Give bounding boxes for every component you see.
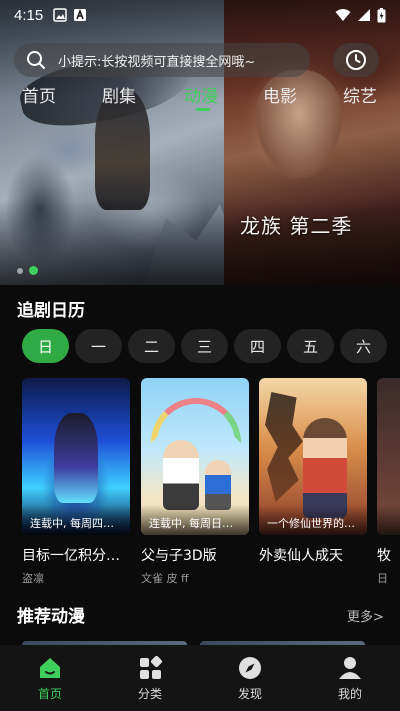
clock-icon	[346, 50, 366, 70]
nav-label: 发现	[237, 687, 262, 701]
status-bar: 4:15	[0, 0, 400, 30]
day-chip-tue[interactable]: 二	[128, 329, 175, 363]
active-tab-indicator	[196, 108, 210, 111]
history-button[interactable]	[333, 43, 379, 77]
day-chip-fri[interactable]: 五	[287, 329, 334, 363]
show-card[interactable]: 连载中, 每周四… 目标一亿积分… 盗凛	[22, 378, 130, 586]
show-cover: 一个修仙世界的…	[259, 378, 367, 535]
show-cover: 连载中, 每周日…	[141, 378, 249, 535]
show-subtitle: 文雀 皮 ff	[141, 572, 189, 585]
show-subtitle: 日	[377, 572, 388, 585]
banner-pagination	[17, 266, 38, 275]
nav-discover[interactable]: 发现	[220, 655, 280, 702]
nav-category[interactable]: 分类	[120, 655, 180, 702]
nav-label: 我的	[337, 687, 362, 701]
show-status-badge: 连载中, 每周四…	[22, 505, 130, 535]
day-chip-mon[interactable]: 一	[75, 329, 122, 363]
signal-icon	[358, 9, 370, 21]
status-time: 4:15	[14, 6, 44, 24]
show-card[interactable]: 牧 日	[377, 378, 400, 586]
calendar-title: 追剧日历	[17, 301, 85, 321]
banner-caption: 龙族 第二季	[240, 214, 353, 238]
category-icon	[140, 655, 163, 679]
bottom-navigation: 首页 分类 发现 我的	[0, 645, 400, 711]
tab-variety[interactable]: 综艺	[343, 82, 377, 107]
show-card[interactable]: 连载中, 每周日… 父与子3D版 文雀 皮 ff	[141, 378, 249, 586]
show-title: 目标一亿积分…	[22, 548, 120, 564]
nav-home[interactable]: 首页	[20, 655, 80, 702]
show-title: 牧	[377, 548, 391, 564]
banner-dot-active	[29, 266, 38, 275]
nav-profile[interactable]: 我的	[320, 655, 380, 702]
show-status-badge	[377, 505, 400, 535]
tab-movies[interactable]: 电影	[263, 82, 297, 107]
recommend-title: 推荐动漫	[17, 607, 85, 627]
category-tabs: 首页 剧集 动漫 电影 综艺	[0, 82, 400, 112]
show-subtitle: 盗凛	[22, 572, 44, 585]
show-card[interactable]: 一个修仙世界的… 外卖仙人成天	[259, 378, 367, 570]
day-chip-wed[interactable]: 三	[181, 329, 228, 363]
show-title: 外卖仙人成天	[259, 548, 343, 564]
calendar-show-list: 连载中, 每周四… 目标一亿积分… 盗凛 连载中, 每周日… 父与子3D版 文雀…	[22, 378, 400, 588]
show-status-badge: 连载中, 每周日…	[141, 505, 249, 535]
show-cover	[377, 378, 400, 535]
more-link[interactable]: 更多>	[347, 606, 384, 625]
battery-icon	[377, 7, 386, 22]
gallery-notification-icon	[53, 8, 67, 22]
day-chip-thu[interactable]: 四	[234, 329, 281, 363]
tab-home[interactable]: 首页	[22, 82, 56, 107]
nav-label: 分类	[137, 687, 162, 701]
home-icon	[40, 658, 60, 678]
show-title: 父与子3D版	[141, 548, 217, 564]
profile-icon	[339, 657, 361, 679]
wifi-icon	[335, 9, 351, 21]
nav-label: 首页	[37, 687, 62, 701]
search-bar[interactable]: 小提示:长按视频可直接搜全网哦~	[14, 43, 310, 77]
weekday-selector: 日 一 二 三 四 五 六	[22, 329, 387, 363]
search-icon	[27, 51, 45, 69]
day-chip-sun[interactable]: 日	[22, 329, 69, 363]
app-notification-icon	[74, 8, 87, 21]
tab-anime[interactable]: 动漫	[184, 82, 218, 107]
show-cover: 连载中, 每周四…	[22, 378, 130, 535]
banner-dot	[17, 267, 23, 274]
compass-icon	[239, 657, 261, 679]
search-placeholder: 小提示:长按视频可直接搜全网哦~	[58, 54, 256, 70]
tab-series[interactable]: 剧集	[102, 82, 136, 107]
day-chip-sat[interactable]: 六	[340, 329, 387, 363]
show-status-badge: 一个修仙世界的…	[259, 505, 367, 535]
